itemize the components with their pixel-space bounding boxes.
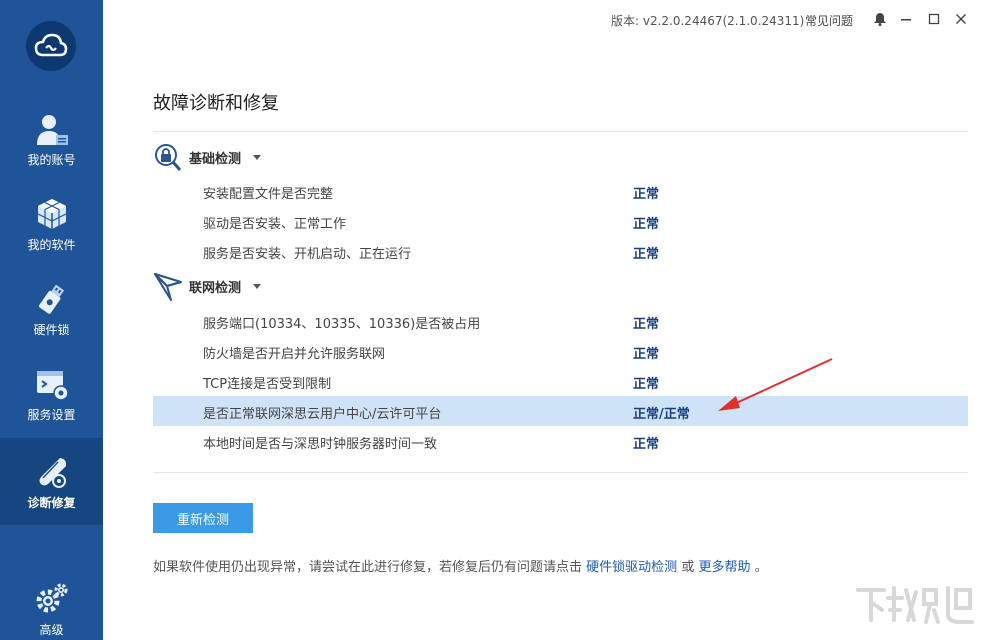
table-row: 服务是否安装、开机启动、正在运行 正常 bbox=[153, 236, 968, 266]
annotation-arrow-icon bbox=[718, 358, 833, 411]
section-header-basic: 基础检测 bbox=[153, 140, 262, 174]
footer-end: 。 bbox=[754, 560, 768, 575]
check-name: 安装配置文件是否完整 bbox=[203, 187, 334, 202]
check-status: 正常 bbox=[633, 187, 660, 202]
watermark-logo bbox=[856, 586, 974, 624]
paper-plane-icon bbox=[153, 270, 183, 302]
check-name: 服务端口(10334、10335、10336)是否被占用 bbox=[203, 317, 481, 332]
software-cube-icon bbox=[34, 196, 70, 232]
section-title: 联网检测 bbox=[189, 280, 242, 296]
check-name: 防火墙是否开启并允许服务联网 bbox=[203, 347, 386, 362]
title-bar: 版本: v2.2.0.24467(2.1.0.24311) 常见问题 bbox=[103, 0, 988, 38]
sidebar-item-label: 服务设置 bbox=[27, 408, 76, 422]
divider bbox=[153, 472, 968, 473]
minimize-icon[interactable] bbox=[897, 10, 915, 28]
check-status: 正常 bbox=[633, 247, 660, 262]
recheck-button[interactable]: 重新检测 bbox=[153, 503, 253, 533]
sidebar-item-service-settings[interactable]: 服务设置 bbox=[0, 350, 103, 435]
service-settings-icon bbox=[34, 366, 70, 402]
section-header-network: 联网检测 bbox=[153, 269, 262, 303]
table-row: 驱动是否安装、正常工作 正常 bbox=[153, 206, 968, 236]
divider bbox=[153, 131, 968, 132]
faq-link[interactable]: 常见问题 bbox=[805, 12, 853, 29]
check-name: TCP连接是否受到限制 bbox=[203, 377, 332, 392]
usb-lock-icon bbox=[34, 281, 70, 317]
check-status: 正常 bbox=[633, 437, 660, 452]
chevron-down-icon[interactable] bbox=[253, 283, 262, 289]
table-row: TCP连接是否受到限制 正常 bbox=[153, 366, 968, 396]
table-row-highlighted: 是否正常联网深思云用户中心/云许可平台 正常/正常 bbox=[153, 396, 968, 426]
table-row: 防火墙是否开启并允许服务联网 正常 bbox=[153, 336, 968, 366]
table-row: 安装配置文件是否完整 正常 bbox=[153, 176, 968, 206]
check-status: 正常 bbox=[633, 377, 660, 392]
footer-text: 如果软件使用仍出现异常，请尝试在此进行修复，若修复后仍有问题请点击 bbox=[153, 560, 583, 575]
bell-icon[interactable] bbox=[871, 10, 889, 28]
check-name: 是否正常联网深思云用户中心/云许可平台 bbox=[203, 407, 442, 422]
section-title: 基础检测 bbox=[189, 151, 242, 167]
check-status: 正常 bbox=[633, 217, 660, 232]
sidebar-item-advanced[interactable]: 高级 bbox=[0, 565, 103, 640]
table-row: 本地时间是否与深思时钟服务器时间一致 正常 bbox=[153, 426, 968, 456]
page-title: 故障诊断和修复 bbox=[153, 93, 279, 114]
diagnose-repair-icon bbox=[34, 454, 70, 490]
sidebar-item-hardware-lock[interactable]: 硬件锁 bbox=[0, 265, 103, 350]
sidebar-item-label: 硬件锁 bbox=[33, 323, 70, 337]
check-name: 服务是否安装、开机启动、正在运行 bbox=[203, 247, 412, 262]
user-account-icon bbox=[34, 111, 70, 147]
version-label: 版本: v2.2.0.24467(2.1.0.24311) bbox=[611, 14, 805, 28]
more-help-link[interactable]: 更多帮助 bbox=[698, 560, 750, 575]
maximize-icon[interactable] bbox=[925, 10, 943, 28]
hardware-lock-driver-check-link[interactable]: 硬件锁驱动检测 bbox=[586, 560, 677, 575]
chevron-down-icon[interactable] bbox=[253, 154, 262, 160]
check-status: 正常 bbox=[633, 317, 660, 332]
footer-help-text: 如果软件使用仍出现异常，请尝试在此进行修复，若修复后仍有问题请点击 硬件锁驱动检… bbox=[153, 556, 768, 575]
footer-or: 或 bbox=[681, 560, 695, 575]
check-name: 本地时间是否与深思时钟服务器时间一致 bbox=[203, 437, 438, 452]
table-row: 服务端口(10334、10335、10336)是否被占用 正常 bbox=[153, 306, 968, 336]
sidebar: 我的账号 我的软件 硬件锁 服务设置 诊断修复 高级 bbox=[0, 0, 103, 640]
check-status: 正常/正常 bbox=[633, 407, 690, 422]
sidebar-item-label: 高级 bbox=[39, 623, 64, 637]
sidebar-item-label: 诊断修复 bbox=[27, 496, 76, 510]
close-icon[interactable] bbox=[952, 10, 970, 28]
magnifier-lock-icon bbox=[153, 141, 183, 173]
check-status: 正常 bbox=[633, 347, 660, 362]
check-name: 驱动是否安装、正常工作 bbox=[203, 217, 347, 232]
sidebar-item-diagnose-repair[interactable]: 诊断修复 bbox=[0, 438, 103, 525]
sidebar-item-account[interactable]: 我的账号 bbox=[0, 95, 103, 180]
sidebar-item-label: 我的软件 bbox=[27, 238, 76, 252]
sidebar-item-software[interactable]: 我的软件 bbox=[0, 180, 103, 265]
gears-icon bbox=[34, 581, 70, 617]
cloud-logo-icon bbox=[34, 33, 68, 57]
app-logo bbox=[26, 21, 76, 71]
sidebar-item-label: 我的账号 bbox=[27, 153, 76, 167]
